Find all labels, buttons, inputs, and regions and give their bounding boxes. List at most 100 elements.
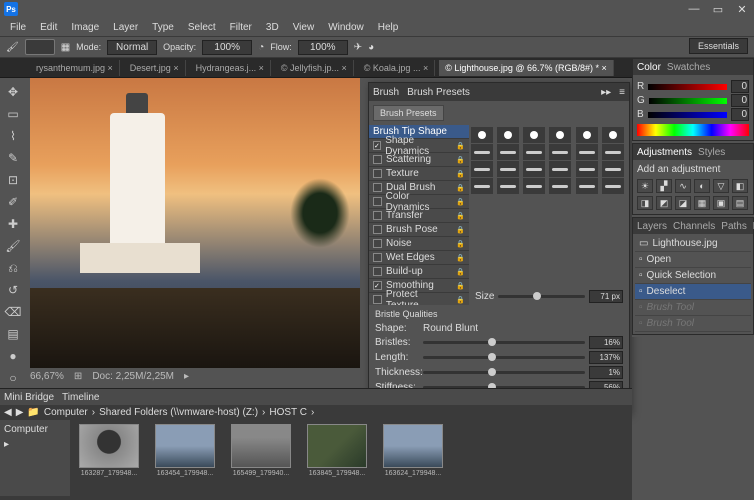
panel-collapse-icon[interactable]: ▸▸ [601,87,611,98]
blur-tool[interactable]: ● [2,346,24,366]
mode-select[interactable]: Normal [107,40,157,55]
brush-preset[interactable] [549,161,571,177]
adj-curves-icon[interactable]: ∿ [675,179,691,193]
tab-channels[interactable]: Channels [673,221,715,232]
adj-channel-mixer-icon[interactable]: ◪ [675,196,691,210]
marquee-tool[interactable]: ▭ [2,104,24,124]
doc-size[interactable]: Doc: 2,25M/2,25M [92,371,174,382]
lock-icon[interactable]: 🔒 [456,296,465,304]
adj-hue-icon[interactable]: ◧ [732,179,748,193]
eraser-tool[interactable]: ⌫ [2,302,24,322]
adj-vibrance-icon[interactable]: ▽ [713,179,729,193]
document-tab-0[interactable]: rysanthemum.jpg × [30,60,120,76]
checkbox[interactable] [373,141,381,150]
tab-styles[interactable]: Styles [698,147,725,158]
tab-timeline[interactable]: Timeline [62,392,99,403]
bridge-thumbnail[interactable]: 163624_179948... [378,424,448,492]
pressure-opacity-icon[interactable]: ◔ [258,42,264,53]
brush-preset[interactable] [549,127,571,143]
menu-layer[interactable]: Layer [107,20,144,35]
gradient-tool[interactable]: ▤ [2,324,24,344]
brush-option-color-dynamics[interactable]: Color Dynamics🔒 [369,195,469,209]
brush-preset[interactable] [471,127,493,143]
document-tab-5[interactable]: © Lighthouse.jpg @ 66.7% (RGB/8#) * × [439,60,614,76]
paint-brush-tool[interactable]: 🖌 [2,236,24,256]
bristle-input[interactable]: 16% [589,336,623,349]
adj-bw-icon[interactable]: ◨ [637,196,653,210]
history-step[interactable]: ▫Open [635,252,751,268]
healing-brush-tool[interactable]: ✚ [2,214,24,234]
brush-preset-picker[interactable] [25,39,55,55]
lock-icon[interactable]: 🔒 [456,240,465,248]
lock-icon[interactable]: 🔒 [456,184,465,192]
checkbox[interactable] [373,295,382,304]
menu-file[interactable]: File [4,20,32,35]
workspace-switcher[interactable]: Essentials [689,38,748,54]
brush-preset[interactable] [471,178,493,194]
brush-preset[interactable] [576,178,598,194]
toggle-brush-panel-icon[interactable]: ▦ [61,42,70,53]
lock-icon[interactable]: 🔒 [456,198,465,206]
checkbox[interactable] [373,225,382,234]
bridge-thumbnail[interactable]: 163287_179948... [74,424,144,492]
adj-brightness-icon[interactable]: ☀ [637,179,653,193]
brush-option-transfer[interactable]: Transfer🔒 [369,209,469,223]
tab-mini-bridge[interactable]: Mini Bridge [4,392,54,403]
nav-fwd-icon[interactable]: ▶ [16,407,24,418]
brush-option-noise[interactable]: Noise🔒 [369,237,469,251]
menu-3d[interactable]: 3D [260,20,285,35]
brush-option-brush-pose[interactable]: Brush Pose🔒 [369,223,469,237]
tab-color[interactable]: Color [637,62,661,73]
history-step[interactable]: ▫Brush Tool [635,316,751,332]
history-step[interactable]: ▫Quick Selection [635,268,751,284]
color-spectrum[interactable] [637,124,749,136]
tab-layers[interactable]: Layers [637,221,667,232]
quick-selection-tool[interactable]: ✎ [2,148,24,168]
lasso-tool[interactable]: ⌇ [2,126,24,146]
adj-exposure-icon[interactable]: ◐ [694,179,710,193]
r-input[interactable]: 0 [731,80,749,93]
window-maximize-button[interactable]: ▭ [710,3,726,16]
brush-option-shape-dynamics[interactable]: Shape Dynamics🔒 [369,139,469,153]
brush-preset[interactable] [576,161,598,177]
history-step[interactable]: ▫Brush Tool [635,300,751,316]
bridge-side-computer[interactable]: Computer [4,424,66,435]
history-snapshot[interactable]: ▭Lighthouse.jpg [635,236,751,252]
bristle-input[interactable]: 1% [589,366,623,379]
dodge-tool[interactable]: ○ [2,368,24,388]
breadcrumb-0[interactable]: Computer [44,407,88,418]
document-tab-3[interactable]: © Jellyfish.jp... × [275,60,354,76]
document-tab-2[interactable]: Hydrangeas.j... × [190,60,271,76]
breadcrumb-1[interactable]: Shared Folders (\\vmware-host) (Z:) [99,407,258,418]
brush-option-protect-texture[interactable]: Protect Texture🔒 [369,293,469,305]
brush-preset[interactable] [523,161,545,177]
lock-icon[interactable]: 🔒 [456,170,465,178]
menu-select[interactable]: Select [182,20,222,35]
brush-preset[interactable] [576,144,598,160]
brush-preset[interactable] [602,127,624,143]
bridge-thumbnail[interactable]: 165499_179940... [226,424,296,492]
checkbox[interactable] [373,197,382,206]
tab-paths[interactable]: Paths [721,221,747,232]
brush-preset[interactable] [523,178,545,194]
checkbox[interactable] [373,239,382,248]
eyedropper-tool[interactable]: ✐ [2,192,24,212]
menu-help[interactable]: Help [372,20,405,35]
bristle-slider[interactable] [423,356,585,359]
g-input[interactable]: 0 [731,94,749,107]
b-input[interactable]: 0 [731,108,749,121]
bridge-thumbnail[interactable]: 163845_179948... [302,424,372,492]
brush-preset[interactable] [602,178,624,194]
checkbox[interactable] [373,267,382,276]
expand-icon[interactable]: ⊞ [74,371,82,382]
bristle-slider[interactable] [423,341,585,344]
b-slider[interactable] [648,112,727,118]
bridge-thumbnail[interactable]: 163454_179948... [150,424,220,492]
checkbox[interactable] [373,281,382,290]
panel-menu-icon[interactable]: ≡ [619,87,625,98]
adj-levels-icon[interactable]: ▞ [656,179,672,193]
menu-view[interactable]: View [287,20,321,35]
clone-stamp-tool[interactable]: ⎌ [2,258,24,278]
document-tab-4[interactable]: © Koala.jpg ... × [358,60,435,76]
brush-option-wet-edges[interactable]: Wet Edges🔒 [369,251,469,265]
